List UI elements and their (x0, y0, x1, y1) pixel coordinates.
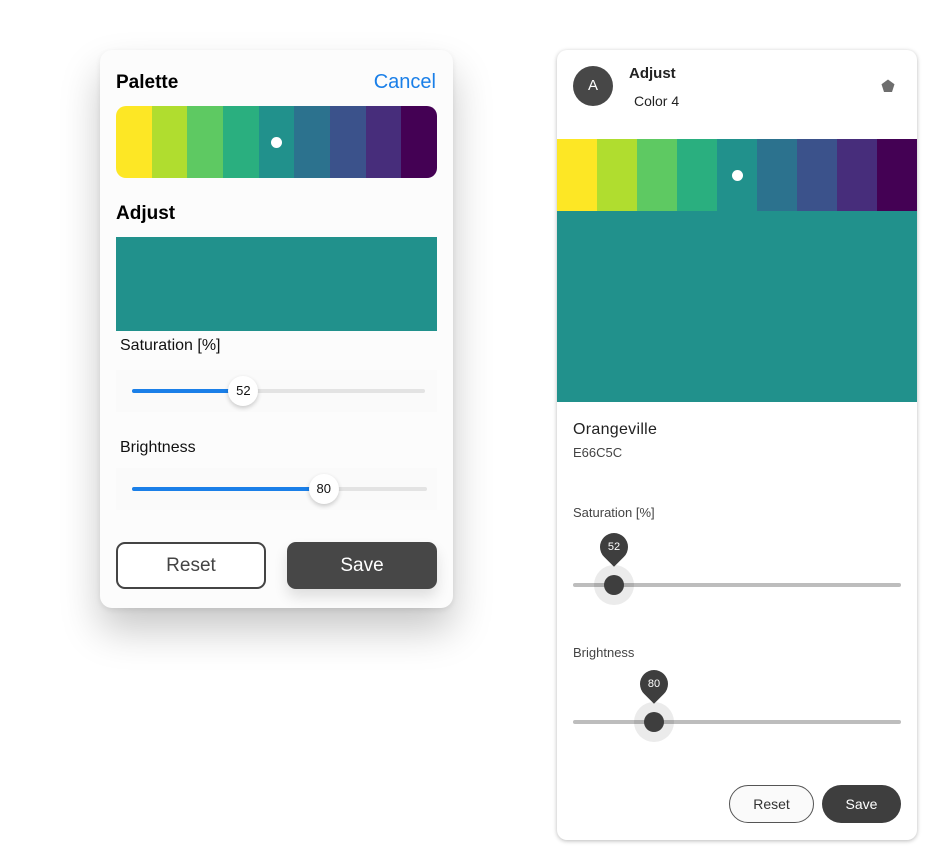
cancel-button[interactable]: Cancel (374, 71, 436, 94)
color-name: Orangeville (573, 421, 658, 438)
saturation-slider[interactable]: 52 (116, 370, 437, 412)
saturation-label: Saturation [%] (573, 505, 655, 520)
swatch-0[interactable] (557, 139, 597, 211)
adjust-title: Adjust (116, 203, 176, 224)
swatch-8[interactable] (877, 139, 917, 211)
brightness-track[interactable] (573, 720, 901, 724)
palette-panel: Palette Cancel Adjust Saturation [%] 52 … (100, 50, 453, 608)
swatch-6[interactable] (797, 139, 837, 211)
swatch-6[interactable] (330, 106, 366, 178)
palette-title: Palette (116, 72, 179, 93)
swatch-0[interactable] (116, 106, 152, 178)
save-button[interactable]: Save (822, 785, 901, 823)
brightness-track[interactable]: 80 (132, 474, 427, 504)
saturation-thumb[interactable] (604, 575, 624, 595)
swatch-3[interactable] (677, 139, 717, 211)
card-title: Adjust (629, 65, 676, 82)
swatch-5[interactable] (294, 106, 331, 178)
brightness-value-bubble: 80 (634, 664, 674, 704)
swatch-7[interactable] (837, 139, 877, 211)
brightness-thumb[interactable]: 80 (308, 474, 339, 504)
swatch-3[interactable] (223, 106, 259, 178)
palette-swatches (557, 139, 917, 211)
saturation-label: Saturation [%] (120, 337, 221, 354)
swatch-5[interactable] (757, 139, 797, 211)
brightness-slider[interactable]: 80 (116, 468, 437, 510)
saturation-track[interactable]: 52 (132, 376, 425, 406)
brightness-fill (132, 487, 324, 491)
swatch-7[interactable] (365, 106, 402, 178)
color-hex: E66C5C (573, 445, 623, 460)
brightness-slider[interactable]: 80 (573, 664, 901, 742)
adjust-card: A Adjust Color 4 Orangeville E66C5C Satu… (557, 50, 917, 840)
card-subtitle: Color 4 (634, 93, 680, 109)
swatch-1[interactable] (597, 139, 637, 211)
selected-indicator (731, 169, 743, 181)
saturation-slider[interactable]: 52 (573, 527, 901, 605)
saturation-value: 52 (607, 541, 621, 553)
swatch-2[interactable] (187, 106, 224, 178)
saturation-value-bubble: 52 (594, 527, 634, 567)
pentagon-icon[interactable] (881, 79, 895, 93)
palette-swatches (116, 106, 437, 178)
brightness-thumb[interactable] (644, 712, 665, 732)
brightness-label: Brightness (120, 439, 196, 456)
reset-button[interactable]: Reset (729, 785, 814, 823)
swatch-4[interactable] (258, 106, 295, 178)
color-preview (116, 237, 437, 331)
swatch-4[interactable] (717, 139, 757, 211)
saturation-fill (132, 389, 244, 393)
selected-indicator (271, 136, 283, 148)
swatch-8[interactable] (401, 106, 437, 178)
saturation-thumb[interactable]: 52 (228, 376, 259, 406)
save-button[interactable]: Save (287, 542, 437, 589)
color-preview (557, 211, 917, 402)
brightness-value: 80 (647, 678, 661, 690)
swatch-2[interactable] (637, 139, 677, 211)
brightness-label: Brightness (573, 645, 635, 660)
swatch-1[interactable] (151, 106, 188, 178)
avatar: A (573, 66, 613, 106)
reset-button[interactable]: Reset (116, 542, 266, 589)
